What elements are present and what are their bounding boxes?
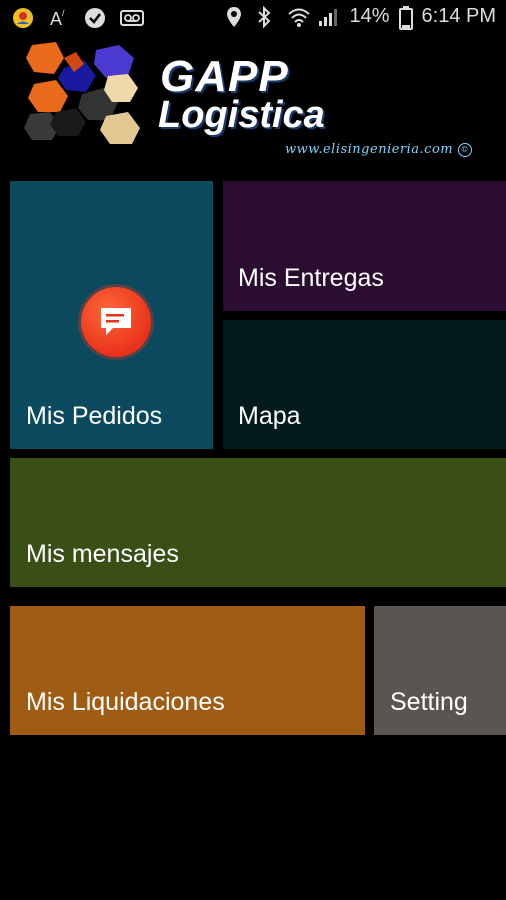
website-link: www.elisingenieria.com ©: [285, 142, 472, 157]
battery-icon: [398, 5, 413, 30]
tile-label: Mis Entregas: [238, 264, 384, 292]
tile-label: Mis Liquidaciones: [26, 688, 225, 716]
website-text: www.elisingenieria.com: [285, 142, 454, 157]
location-pin-icon: [225, 6, 247, 28]
font-a-icon: A /: [48, 7, 70, 29]
check-circle-icon: [84, 7, 106, 29]
bluetooth-icon: [256, 5, 278, 28]
tile-mapa[interactable]: Mapa: [223, 320, 506, 449]
battery-percent: 14%: [349, 5, 390, 27]
tile-mis-entregas[interactable]: Mis Entregas: [223, 181, 506, 311]
signal-bars-icon: [318, 6, 340, 28]
tile-label: Setting: [390, 688, 468, 716]
clock: 6:14 PM: [421, 5, 496, 27]
voicemail-icon: [120, 7, 144, 29]
tile-label: Mis mensajes: [26, 540, 179, 568]
svg-text:/: /: [62, 8, 65, 18]
status-bar-left: A /: [12, 7, 144, 29]
tile-mis-liquidaciones[interactable]: Mis Liquidaciones: [10, 606, 365, 735]
brand-subtitle: Logistica: [158, 94, 325, 136]
svg-text:A: A: [50, 9, 62, 29]
notification-app-icon: [12, 7, 34, 29]
tile-mis-mensajes[interactable]: Mis mensajes: [10, 458, 506, 587]
tile-label: Mapa: [238, 402, 301, 430]
chat-message-icon: [81, 287, 151, 357]
wifi-icon: [287, 6, 311, 28]
status-bar: A/ 14% 6:14 PM: [0, 0, 506, 36]
tile-mis-pedidos[interactable]: Mis Pedidos: [10, 181, 213, 449]
tile-label: Mis Pedidos: [26, 402, 163, 430]
copyright-icon: ©: [457, 142, 472, 157]
tile-setting[interactable]: Setting: [374, 606, 506, 735]
company-logo: [24, 40, 144, 145]
status-bar-right: 14% 6:14 PM: [225, 5, 496, 30]
